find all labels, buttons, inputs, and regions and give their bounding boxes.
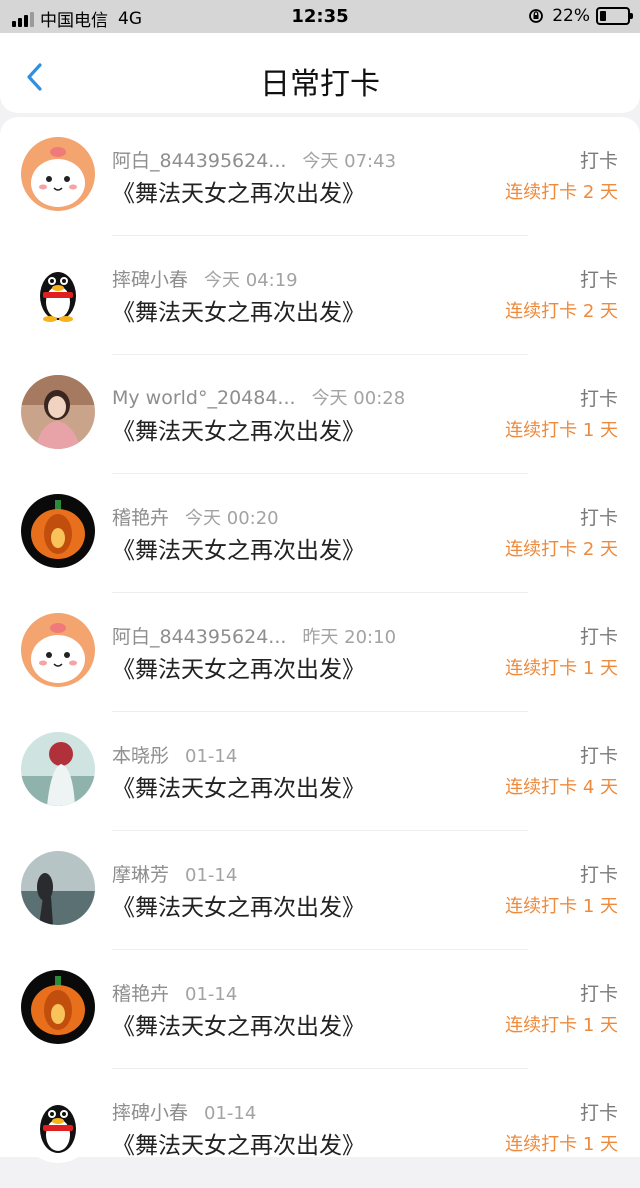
checkin-label: 打卡 bbox=[579, 864, 618, 886]
list-item[interactable]: 摩琳芳 01-14 《舞法天女之再次出发》 打卡 连续打卡 1 天 bbox=[0, 831, 640, 950]
user-name: 本晓彤 01-14 bbox=[112, 745, 238, 767]
checkin-label: 打卡 bbox=[579, 388, 618, 410]
avatar[interactable] bbox=[21, 494, 95, 568]
user-name: 摔碑小春 今天 04:19 bbox=[112, 269, 298, 291]
user-name: 稽艳卉 01-14 bbox=[112, 983, 238, 1005]
cartoon-bunny-avatar bbox=[21, 137, 95, 211]
checkin-label: 打卡 bbox=[579, 745, 618, 767]
checkin-time: 今天 04:19 bbox=[204, 270, 298, 291]
list-item[interactable]: 本晓彤 01-14 《舞法天女之再次出发》 打卡 连续打卡 4 天 bbox=[0, 712, 640, 831]
list-item[interactable]: 稽艳卉 01-14 《舞法天女之再次出发》 打卡 连续打卡 1 天 bbox=[0, 950, 640, 1069]
photo-avatar bbox=[21, 375, 95, 449]
streak-label: 连续打卡 1 天 bbox=[505, 420, 618, 441]
user-name: 阿白_844395624... 今天 07:43 bbox=[112, 150, 397, 172]
book-title: 《舞法天女之再次出发》 bbox=[112, 776, 365, 802]
page-title: 日常打卡 bbox=[260, 67, 380, 102]
checkin-time: 昨天 20:10 bbox=[302, 627, 397, 648]
checkin-time: 01-14 bbox=[204, 1103, 257, 1124]
checkin-time: 01-14 bbox=[185, 984, 238, 1005]
avatar[interactable] bbox=[21, 732, 95, 806]
book-title: 《舞法天女之再次出发》 bbox=[112, 1133, 365, 1159]
pumpkin-avatar bbox=[21, 494, 95, 568]
book-title: 《舞法天女之再次出发》 bbox=[112, 300, 365, 326]
book-title: 《舞法天女之再次出发》 bbox=[112, 538, 365, 564]
list-item[interactable]: 摔碑小春 今天 04:19 《舞法天女之再次出发》 打卡 连续打卡 2 天 bbox=[0, 236, 640, 355]
avatar[interactable] bbox=[21, 613, 95, 687]
book-title: 《舞法天女之再次出发》 bbox=[112, 895, 365, 921]
user-name: My world°_20484... 今天 00:28 bbox=[112, 387, 406, 409]
user-name: 摩琳芳 01-14 bbox=[112, 864, 238, 886]
list-item[interactable]: My world°_20484... 今天 00:28 《舞法天女之再次出发》 打… bbox=[0, 355, 640, 474]
checkin-time: 01-14 bbox=[185, 746, 238, 767]
streak-label: 连续打卡 1 天 bbox=[505, 1015, 618, 1036]
list-item[interactable]: 阿白_844395624... 今天 07:43 《舞法天女之再次出发》 打卡 连… bbox=[0, 117, 640, 236]
checkin-label: 打卡 bbox=[579, 269, 618, 291]
qq-penguin-avatar bbox=[21, 1089, 95, 1163]
qq-penguin-avatar bbox=[21, 256, 95, 330]
streak-label: 连续打卡 2 天 bbox=[505, 301, 618, 322]
list-item[interactable]: 稽艳卉 今天 00:20 《舞法天女之再次出发》 打卡 连续打卡 2 天 bbox=[0, 474, 640, 593]
avatar[interactable] bbox=[21, 137, 95, 211]
list-item[interactable]: 阿白_844395624... 昨天 20:10 《舞法天女之再次出发》 打卡 连… bbox=[0, 593, 640, 712]
anime-figure-avatar bbox=[21, 732, 95, 806]
checkin-label: 打卡 bbox=[579, 150, 618, 172]
streak-label: 连续打卡 1 天 bbox=[505, 1134, 618, 1155]
status-right: 22% bbox=[528, 6, 633, 26]
user-name: 摔碑小春 01-14 bbox=[112, 1102, 257, 1124]
checkin-time: 01-14 bbox=[185, 865, 238, 886]
checkin-label: 打卡 bbox=[579, 1102, 618, 1124]
orientation-lock-icon bbox=[529, 9, 544, 23]
streak-label: 连续打卡 2 天 bbox=[505, 539, 618, 560]
streak-label: 连续打卡 4 天 bbox=[505, 777, 618, 798]
status-bar: 中国电信 4G 12:35 22% bbox=[0, 0, 640, 33]
checkin-label: 打卡 bbox=[579, 626, 618, 648]
avatar[interactable] bbox=[21, 1089, 95, 1163]
checkin-time: 今天 07:43 bbox=[302, 151, 397, 172]
checkin-time: 今天 00:28 bbox=[311, 388, 406, 409]
pumpkin-avatar bbox=[21, 970, 95, 1044]
checkin-label: 打卡 bbox=[579, 983, 618, 1005]
battery-percent: 22% bbox=[552, 6, 590, 26]
header: 日常打卡 bbox=[0, 33, 640, 113]
battery-icon bbox=[596, 7, 633, 25]
avatar[interactable] bbox=[21, 970, 95, 1044]
checkin-time: 今天 00:20 bbox=[185, 508, 279, 529]
checkin-label: 打卡 bbox=[579, 507, 618, 529]
user-name: 阿白_844395624... 昨天 20:10 bbox=[112, 626, 397, 648]
book-title: 《舞法天女之再次出发》 bbox=[112, 1014, 365, 1040]
list-item[interactable]: 摔碑小春 01-14 《舞法天女之再次出发》 打卡 连续打卡 1 天 bbox=[0, 1069, 640, 1188]
streak-label: 连续打卡 2 天 bbox=[505, 182, 618, 203]
checkin-list: 阿白_844395624... 今天 07:43 《舞法天女之再次出发》 打卡 连… bbox=[0, 117, 640, 1163]
book-title: 《舞法天女之再次出发》 bbox=[112, 181, 365, 207]
streak-label: 连续打卡 1 天 bbox=[505, 658, 618, 679]
avatar[interactable] bbox=[21, 256, 95, 330]
book-title: 《舞法天女之再次出发》 bbox=[112, 419, 365, 445]
avatar[interactable] bbox=[21, 851, 95, 925]
user-name: 稽艳卉 今天 00:20 bbox=[112, 507, 279, 529]
photo-landscape-avatar bbox=[21, 851, 95, 925]
book-title: 《舞法天女之再次出发》 bbox=[112, 657, 365, 683]
cartoon-bunny-avatar bbox=[21, 613, 95, 687]
streak-label: 连续打卡 1 天 bbox=[505, 896, 618, 917]
avatar[interactable] bbox=[21, 375, 95, 449]
